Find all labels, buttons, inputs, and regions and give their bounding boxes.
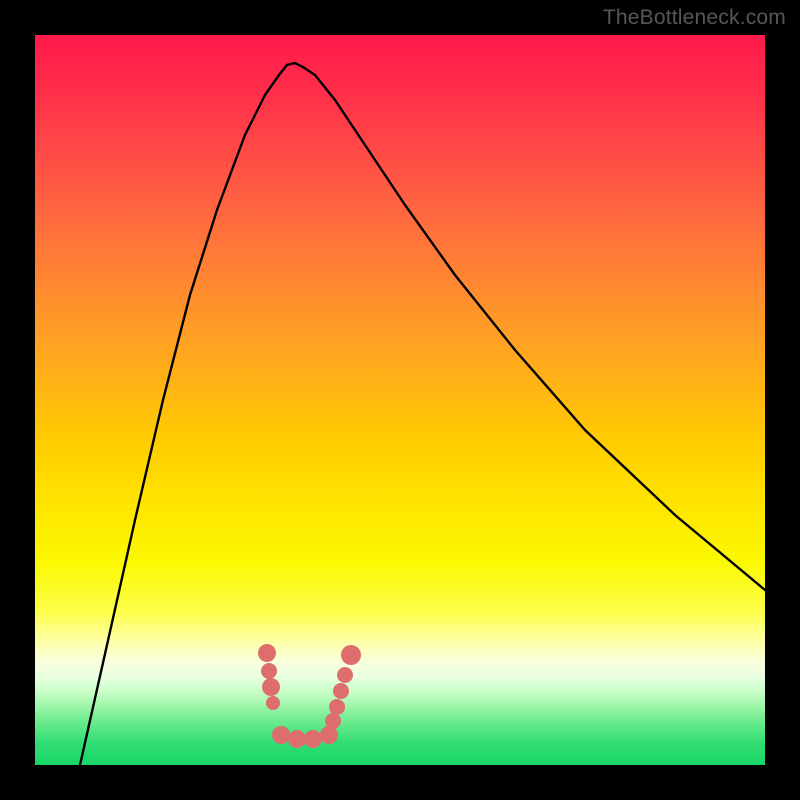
highlight-dot xyxy=(261,663,277,679)
highlight-dot xyxy=(266,696,280,710)
highlight-dot xyxy=(333,683,349,699)
highlight-dot xyxy=(258,644,276,662)
plot-area xyxy=(35,35,765,765)
highlight-dot xyxy=(288,730,306,748)
chart-frame: TheBottleneck.com xyxy=(0,0,800,800)
watermark-text: TheBottleneck.com xyxy=(603,6,786,30)
highlight-dot xyxy=(337,667,353,683)
highlight-dot xyxy=(272,726,290,744)
highlight-dot xyxy=(320,726,338,744)
highlight-dot xyxy=(325,713,341,729)
highlight-dot xyxy=(304,730,322,748)
highlight-dot xyxy=(341,645,361,665)
curve-layer xyxy=(35,35,765,765)
highlight-dot xyxy=(329,699,345,715)
marker-group xyxy=(258,644,361,748)
highlight-dot xyxy=(262,678,280,696)
bottleneck-curve xyxy=(80,63,765,765)
